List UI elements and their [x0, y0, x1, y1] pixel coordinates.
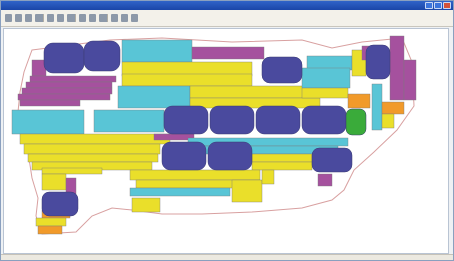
toolbar-button[interactable] [5, 14, 12, 22]
nested-part-rect[interactable] [389, 35, 405, 101]
toolbar-button[interactable] [25, 14, 32, 22]
nested-part-rounded[interactable] [261, 56, 303, 84]
nested-part-rect[interactable] [27, 153, 159, 163]
nested-part-rounded[interactable] [345, 108, 367, 136]
nested-part-rect[interactable] [189, 85, 311, 99]
toolbar-button[interactable] [57, 14, 64, 22]
nested-part-rect[interactable] [231, 179, 263, 203]
nested-part-rounded[interactable] [207, 141, 253, 171]
nested-part-rect[interactable] [37, 225, 63, 235]
toolbar-button[interactable] [111, 14, 118, 22]
toolbar-button[interactable] [15, 14, 22, 22]
title-bar[interactable] [1, 1, 453, 10]
nested-part-rect[interactable] [41, 167, 103, 175]
toolbar-button[interactable] [79, 14, 86, 22]
nesting-layout[interactable] [4, 29, 448, 253]
nested-part-rect[interactable] [121, 39, 193, 63]
window-controls [425, 2, 451, 9]
nested-part-rect[interactable] [251, 161, 313, 171]
nested-part-rounded[interactable] [255, 105, 301, 135]
nested-part-rect[interactable] [317, 173, 333, 187]
nested-part-rect[interactable] [41, 173, 67, 191]
toolbar-separator [43, 14, 44, 22]
nested-part-rounded[interactable] [161, 141, 207, 171]
nested-part-rect[interactable] [17, 93, 111, 101]
nested-part-rect[interactable] [381, 101, 405, 115]
close-button[interactable] [443, 2, 451, 9]
nested-part-rect[interactable] [381, 113, 395, 129]
nested-part-rounded[interactable] [83, 40, 121, 72]
nested-part-rounded[interactable] [301, 105, 347, 135]
status-bar [1, 254, 453, 260]
nested-part-rect[interactable] [371, 83, 383, 131]
maximize-button[interactable] [434, 2, 442, 9]
nested-part-rect[interactable] [93, 109, 165, 133]
nested-part-rect[interactable] [301, 87, 349, 99]
nested-part-rect[interactable] [261, 169, 275, 185]
nested-part-rect[interactable] [129, 169, 261, 181]
application-window [0, 0, 454, 261]
nested-part-rect[interactable] [301, 67, 351, 89]
nested-part-rect[interactable] [117, 85, 191, 109]
nesting-canvas[interactable] [3, 28, 449, 254]
nested-part-rect[interactable] [131, 197, 161, 213]
nested-part-rounded[interactable] [41, 191, 79, 217]
nested-part-rect[interactable] [347, 93, 371, 109]
toolbar [1, 10, 453, 27]
nested-part-rect[interactable] [121, 73, 253, 87]
nested-part-rect[interactable] [23, 143, 161, 155]
nested-part-rounded[interactable] [209, 105, 255, 135]
nested-part-rounded[interactable] [311, 147, 353, 173]
nested-part-rect[interactable] [25, 81, 113, 89]
nested-part-rect[interactable] [403, 59, 417, 101]
toolbar-button[interactable] [121, 14, 128, 22]
nested-part-rect[interactable] [189, 97, 321, 109]
nested-part-rect[interactable] [251, 153, 313, 163]
nested-part-rect[interactable] [19, 99, 81, 107]
nested-part-rect[interactable] [29, 75, 117, 83]
nested-part-rounded[interactable] [43, 42, 85, 74]
nested-part-rect[interactable] [129, 187, 231, 197]
nested-part-rounded[interactable] [365, 44, 391, 80]
toolbar-separator [107, 14, 108, 22]
minimize-button[interactable] [425, 2, 433, 9]
nested-part-rect[interactable] [191, 46, 265, 60]
nested-part-rect[interactable] [21, 87, 113, 95]
nested-part-rect[interactable] [35, 217, 67, 227]
toolbar-button[interactable] [89, 14, 96, 22]
nested-part-rect[interactable] [11, 109, 85, 135]
nested-part-rect[interactable] [19, 133, 171, 145]
toolbar-button[interactable] [47, 14, 54, 22]
nested-part-rounded[interactable] [163, 105, 209, 135]
toolbar-separator [75, 14, 76, 22]
toolbar-button[interactable] [131, 14, 138, 22]
